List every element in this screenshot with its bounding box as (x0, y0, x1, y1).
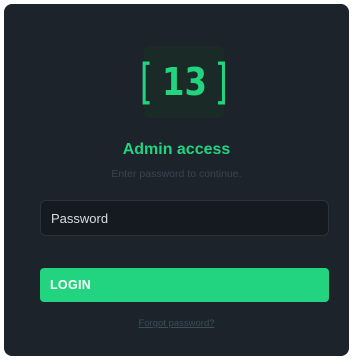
page-title: Admin access (122, 141, 231, 158)
logo-left-bracket: [ (139, 54, 153, 110)
login-button[interactable]: LOGIN (40, 268, 329, 302)
page-subtitle: Enter password to continue. (111, 168, 242, 180)
logo-right-bracket: ] (215, 54, 229, 110)
logo-13-icon: [ 13 ] (140, 46, 228, 118)
forgot-password-link[interactable]: Forgot password? (4, 318, 349, 329)
login-card: [ 13 ] Admin access Enter password to co… (4, 4, 349, 356)
logo-number: 13 (161, 60, 207, 104)
password-field[interactable] (40, 200, 329, 236)
